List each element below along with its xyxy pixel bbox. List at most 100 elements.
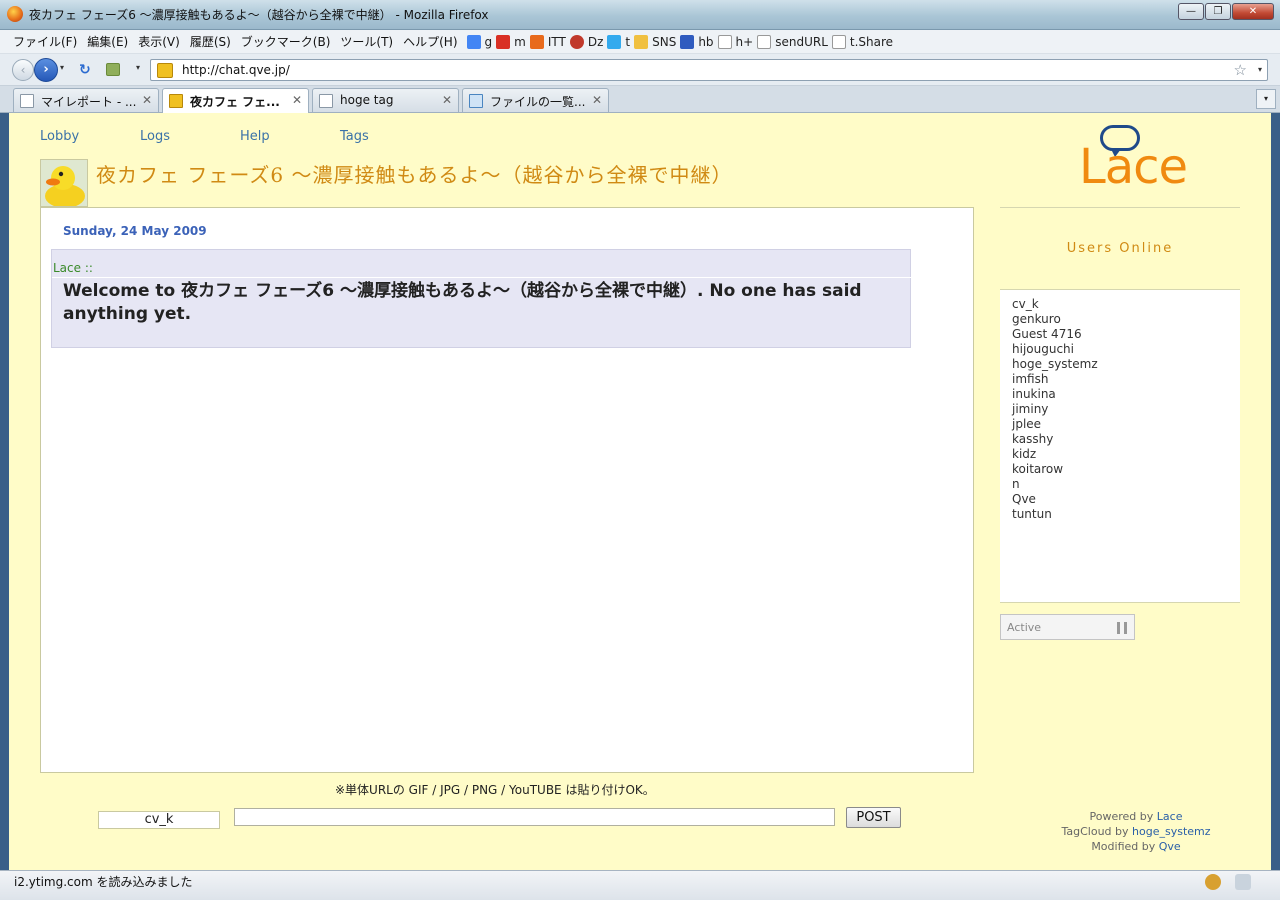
user-item[interactable]: genkuro [1012, 312, 1240, 327]
duck-favicon-icon [169, 94, 183, 108]
user-item[interactable]: hijouguchi [1012, 342, 1240, 357]
toolbar-dropdown-icon[interactable]: ▾ [136, 63, 140, 72]
menu-help[interactable]: ヘルプ(H) [398, 33, 462, 50]
url-text[interactable]: http://chat.qve.jp/ [182, 63, 290, 77]
message-body: Welcome to 夜カフェ フェーズ6 〜濃厚接触もあるよ〜（越谷から全裸で… [63, 281, 862, 324]
minimize-button[interactable]: — [1178, 3, 1204, 20]
nav-link-help[interactable]: Help [240, 129, 340, 144]
nav-link-logs[interactable]: Logs [140, 129, 240, 144]
bookmark-tshare[interactable]: t.Share [831, 34, 894, 49]
back-button[interactable]: ‹ [12, 59, 34, 81]
window-titlebar: 夜カフェ フェーズ6 〜濃厚接触もあるよ〜（越谷から全裸で中継） - Mozil… [0, 0, 1280, 30]
page-icon [717, 34, 732, 49]
twitter-status-icon[interactable] [1235, 874, 1251, 890]
reload-button[interactable]: ↻ [79, 62, 95, 78]
user-item[interactable]: n [1012, 477, 1240, 492]
bookmark-label: h+ [735, 34, 754, 49]
credit-link-lace[interactable]: Lace [1157, 810, 1183, 823]
home-icon[interactable] [106, 63, 120, 76]
tab-close-icon[interactable]: ✕ [292, 93, 302, 107]
paste-hint: ※単体URLの GIF / JPG / PNG / YouTUBE は貼り付けO… [335, 783, 655, 797]
bookmark-label: ITT [547, 34, 566, 49]
menu-file[interactable]: ファイル(F) [8, 33, 82, 50]
user-item[interactable]: hoge_systemz [1012, 357, 1240, 372]
user-item[interactable]: cv_k [1012, 297, 1240, 312]
tab-close-icon[interactable]: ✕ [142, 93, 152, 107]
firefox-logo-icon [7, 6, 23, 22]
status-label: Active [1007, 621, 1042, 634]
tab-list-button[interactable]: ▾ [1256, 89, 1276, 109]
pause-icon[interactable] [1117, 622, 1127, 634]
message-divider [52, 277, 920, 278]
nickname-field[interactable]: cv_k [98, 811, 220, 829]
tab-my-report[interactable]: マイレポート - ... ✕ [13, 88, 159, 112]
bookmark-label: sendURL [775, 34, 828, 49]
menu-tools[interactable]: ツール(T) [335, 33, 398, 50]
credit-link-qve[interactable]: Qve [1159, 840, 1181, 853]
tab-label: hoge tag [340, 93, 394, 107]
activity-status[interactable]: Active [1000, 614, 1135, 640]
menu-history[interactable]: 履歴(S) [185, 33, 236, 50]
users-online-heading: Users Online [1066, 241, 1174, 256]
credit-line: Powered by Lace [1041, 809, 1231, 824]
user-item[interactable]: jiminy [1012, 402, 1240, 417]
nav-link-tags[interactable]: Tags [340, 129, 440, 144]
user-item[interactable]: koitarow [1012, 462, 1240, 477]
maximize-button[interactable]: ❐ [1205, 3, 1231, 20]
history-dropdown-icon[interactable]: ▾ [60, 63, 64, 72]
menu-view[interactable]: 表示(V) [133, 33, 185, 50]
bookmark-itt[interactable]: ITT [529, 34, 566, 49]
close-window-button[interactable]: ✕ [1232, 3, 1274, 20]
tab-label: ファイルの一覧... [490, 95, 586, 109]
gmail-icon [496, 34, 511, 49]
bookmark-t[interactable]: t [607, 34, 630, 49]
tab-close-icon[interactable]: ✕ [592, 93, 602, 107]
user-item[interactable]: kidz [1012, 447, 1240, 462]
folder-icon [469, 94, 483, 108]
url-bar[interactable]: http://chat.qve.jp/ ☆ ▾ [150, 59, 1268, 81]
credit-prefix: TagCloud by [1061, 825, 1129, 838]
bookmark-label: t.Share [849, 34, 894, 49]
bookmark-sendurl[interactable]: sendURL [757, 34, 828, 49]
hatena-icon [680, 34, 695, 49]
bookmark-hplus[interactable]: h+ [717, 34, 754, 49]
tab-file-list[interactable]: ファイルの一覧... ✕ [462, 88, 609, 112]
message-input[interactable] [234, 808, 835, 826]
site-nav: Lobby Logs Help Tags [40, 129, 440, 144]
bookmark-dz[interactable]: Dz [569, 34, 603, 49]
lace-logo: Lace [1079, 125, 1199, 195]
bookmark-sns[interactable]: SNS [634, 34, 676, 49]
tab-hoge-tag[interactable]: hoge tag ✕ [312, 88, 459, 112]
post-button[interactable]: POST [846, 807, 901, 828]
tab-night-cafe[interactable]: 夜カフェ フェ... ✕ [162, 88, 309, 113]
menu-bookmarks[interactable]: ブックマーク(B) [236, 33, 336, 50]
bookmark-m[interactable]: m [496, 34, 526, 49]
user-item[interactable]: Guest 4716 [1012, 327, 1240, 342]
tab-label: マイレポート - ... [41, 95, 137, 109]
tab-label: 夜カフェ フェ... [190, 95, 280, 109]
addon-face-icon[interactable] [1205, 874, 1221, 890]
bookmark-g[interactable]: g [466, 34, 493, 49]
menu-edit[interactable]: 編集(E) [82, 33, 133, 50]
nav-link-lobby[interactable]: Lobby [40, 129, 140, 144]
bookmark-star-icon[interactable]: ☆ [1234, 61, 1247, 79]
user-item[interactable]: jplee [1012, 417, 1240, 432]
user-item[interactable]: inukina [1012, 387, 1240, 402]
user-item[interactable]: kasshy [1012, 432, 1240, 447]
bookmark-label: g [484, 34, 493, 49]
url-dropdown-icon[interactable]: ▾ [1258, 65, 1262, 74]
twitter-icon [607, 34, 622, 49]
rss-icon [529, 34, 544, 49]
window-title: 夜カフェ フェーズ6 〜濃厚接触もあるよ〜（越谷から全裸で中継） - Mozil… [29, 8, 489, 22]
bookmark-hb[interactable]: hb [680, 34, 714, 49]
chat-message: Lace :: Welcome to 夜カフェ フェーズ6 〜濃厚接触もあるよ〜… [51, 249, 920, 348]
user-item[interactable]: imfish [1012, 372, 1240, 387]
tab-close-icon[interactable]: ✕ [442, 93, 452, 107]
credit-link-hoge-systemz[interactable]: hoge_systemz [1132, 825, 1211, 838]
credit-prefix: Powered by [1089, 810, 1154, 823]
user-item[interactable]: Qve [1012, 492, 1240, 507]
user-item[interactable]: tuntun [1012, 507, 1240, 522]
forward-button[interactable]: › [34, 58, 58, 82]
tab-bar: マイレポート - ... ✕ 夜カフェ フェ... ✕ hoge tag ✕ フ… [0, 86, 1280, 113]
sidebar-divider [1000, 207, 1240, 208]
